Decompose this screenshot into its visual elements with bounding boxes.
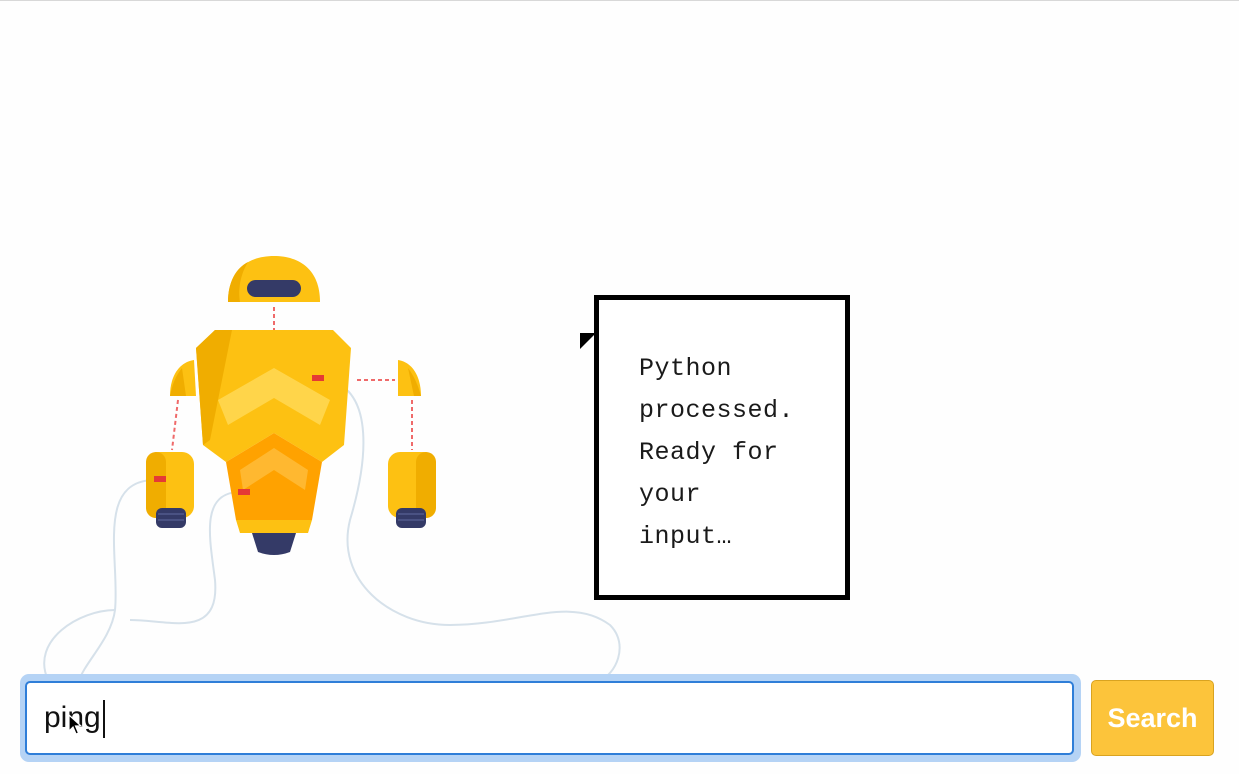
mouse-pointer-icon	[68, 714, 82, 735]
bubble-line: your	[639, 480, 702, 509]
search-button[interactable]: Search	[1091, 680, 1214, 756]
speech-bubble-text: Python processed. Ready for your input…	[639, 348, 839, 558]
bubble-line: processed.	[639, 396, 795, 425]
speech-bubble: Python processed. Ready for your input…	[594, 295, 850, 600]
search-input[interactable]	[25, 681, 1074, 755]
bubble-line: Python	[639, 354, 733, 383]
text-caret	[103, 700, 105, 738]
bubble-line: Ready for	[639, 438, 779, 467]
bubble-line: input…	[639, 522, 733, 551]
